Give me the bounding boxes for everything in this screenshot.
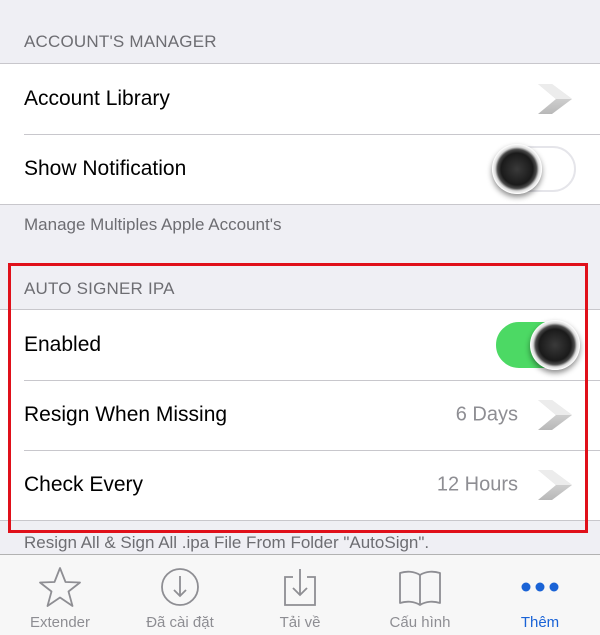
tab-bar: Extender Đã cài đặt Tải về Cấu hình Thêm [0,554,600,635]
toggle-knob [530,320,580,370]
row-show-notification: Show Notification [0,134,600,204]
chevron-right-icon [538,470,572,500]
tab-installed[interactable]: Đã cài đặt [120,555,240,635]
tray-download-icon [284,569,316,606]
row-detail-value: 6 Days [455,403,518,426]
tab-config[interactable]: Cấu hình [360,555,480,635]
more-dots-icon [521,582,559,592]
tab-label: Tải về [279,614,321,631]
book-icon [399,570,441,606]
tab-label: Cấu hình [389,614,451,631]
tab-label: Extender [29,614,91,631]
tab-label: Thêm [520,614,560,631]
auto-signer-group: Enabled Resign When Missing 6 Days Check… [0,309,600,521]
row-detail-value: 12 Hours [436,473,518,496]
row-enabled: Enabled [0,310,600,380]
row-resign-when-missing[interactable]: Resign When Missing 6 Days [0,380,600,450]
section-header-accounts: ACCOUNT'S MANAGER [24,32,217,51]
tab-extender[interactable]: Extender [0,555,120,635]
enabled-toggle[interactable] [496,320,580,370]
download-circle-icon [161,568,199,606]
row-label: Enabled [24,333,102,356]
toggle-knob [492,144,542,194]
show-notification-toggle[interactable] [492,144,576,194]
row-label: Resign When Missing [24,403,228,426]
row-check-every[interactable]: Check Every 12 Hours [0,450,600,520]
tab-downloads[interactable]: Tải về [240,555,360,635]
chevron-right-icon [538,400,572,430]
section-footer-auto-signer: Resign All & Sign All .ipa File From Fol… [24,533,430,552]
row-label: Show Notification [24,157,187,180]
row-account-library[interactable]: Account Library [0,64,600,134]
settings-screen: ACCOUNT'S MANAGER Account Library Show N… [0,0,600,635]
row-label: Check Every [24,473,144,496]
section-header-auto-signer: AUTO SIGNER IPA [24,279,175,298]
tab-more[interactable]: Thêm [480,555,600,635]
star-icon [39,567,81,607]
tab-label: Đã cài đặt [146,614,214,631]
row-label: Account Library [24,87,170,110]
accounts-group: Account Library Show Notification [0,63,600,205]
chevron-right-icon [538,84,572,114]
section-footer-accounts: Manage Multiples Apple Account's [24,215,282,234]
